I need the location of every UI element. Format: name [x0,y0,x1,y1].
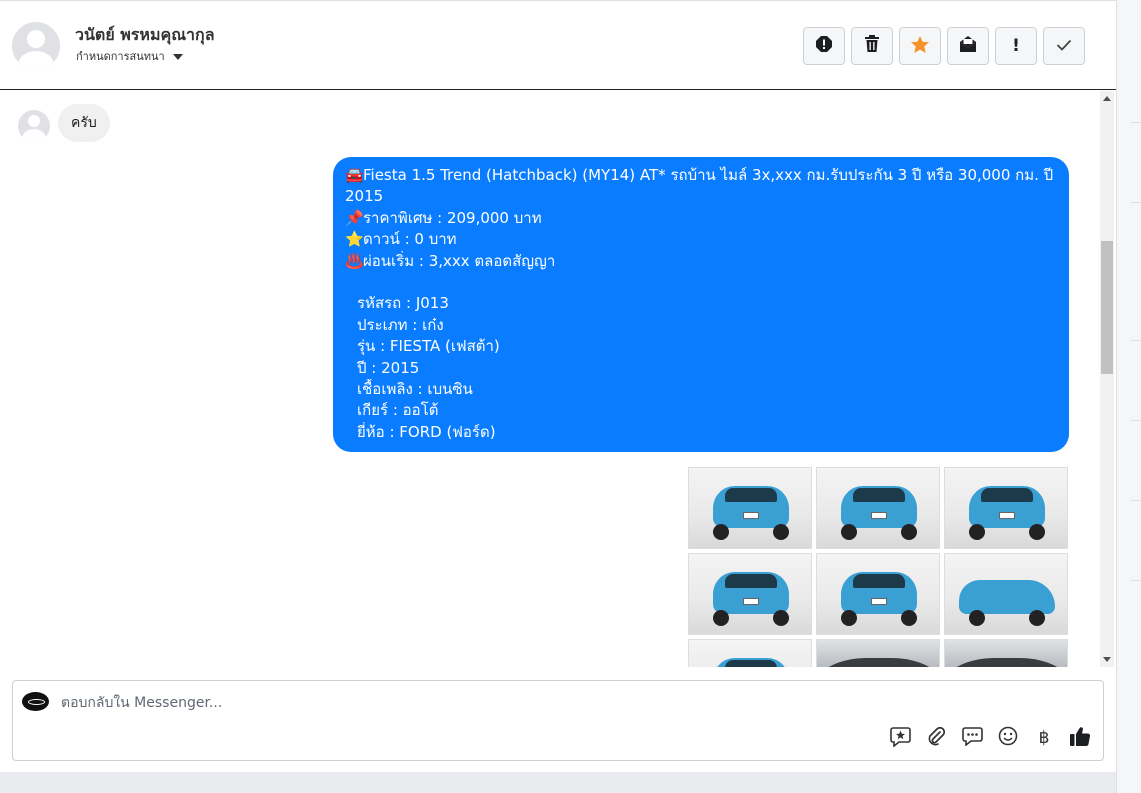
thumbs-up-icon [1069,726,1091,751]
mark-spam-button[interactable] [803,27,845,65]
done-check-icon [1056,37,1072,56]
emoji-button[interactable] [997,726,1019,750]
detail-type: ประเภท : เก๋ง [357,315,444,334]
detail-brand: ยี่ห้อ : FORD (ฟอร์ด) [357,422,496,441]
listing-title-continued: 2015 [345,187,384,206]
paperclip-icon [926,726,946,750]
baht-icon: ฿ [1038,728,1050,748]
caret-down-icon [172,53,183,60]
star-icon [910,35,930,58]
mark-unread-button[interactable] [947,27,989,65]
car-photo[interactable] [816,553,940,635]
quick-replies-button[interactable] [961,727,983,749]
star-emoji-icon: ⭐ [345,230,364,249]
chat-bubble-icon [961,726,983,750]
detail-fuel: เชื้อเพลิง : เบนซิน [357,380,473,399]
outgoing-message[interactable]: 🚘Fiesta 1.5 Trend (Hatchback) (MY14) AT*… [333,157,1069,452]
detail-year: ปี : 2015 [357,358,420,377]
saved-reply-icon [889,726,911,751]
composer-actions: ฿ [889,726,1091,751]
car-photo[interactable] [688,467,812,549]
spam-icon [815,35,833,57]
contact-name[interactable]: วนัตย์ พรหมคุณากุล [75,23,215,48]
scroll-up-icon[interactable] [1103,96,1111,101]
contact-avatar[interactable] [12,22,60,70]
side-panel-edge [1116,0,1141,793]
car-interior-photo[interactable] [944,639,1068,667]
follow-up-icon: ! [1012,36,1020,56]
listing-price: ราคาพิเศษ : 209,000 บาท [363,208,542,227]
detail-code: รหัสรถ : J013 [357,294,449,313]
attach-file-button[interactable] [925,726,947,750]
unread-envelope-icon [959,35,977,57]
reply-composer: ฿ [12,680,1104,761]
listing-down-payment: ดาวน์ : 0 บาท [363,230,457,249]
hot-springs-emoji-icon: ♨️ [345,251,364,270]
reply-input[interactable] [61,693,1061,713]
car-photo[interactable] [688,639,812,667]
pin-emoji-icon: 📌 [345,208,364,227]
listing-installment: ผ่อนเริ่ม : 3,xxx ตลอดสัญญา [363,251,556,270]
mark-done-button[interactable] [1043,27,1085,65]
payment-button[interactable]: ฿ [1033,727,1055,749]
conversation-panel: วนัตย์ พรหมคุณากุล กำหนดการสนทนา ! ครับ … [0,0,1116,772]
photo-grid [688,467,1068,667]
conversation-header: วนัตย์ พรหมคุณากุล กำหนดการสนทนา ! [0,0,1116,90]
car-photo[interactable] [944,553,1068,635]
incoming-message[interactable]: ครับ [58,104,110,142]
listing-title: Fiesta 1.5 Trend (Hatchback) (MY14) AT* … [363,166,1054,184]
star-button[interactable] [899,27,941,65]
detail-model: รุ่น : FIESTA (เฟสต้า) [357,337,500,356]
scrollbar-thumb[interactable] [1101,241,1113,374]
trash-icon [864,35,880,57]
follow-up-button[interactable]: ! [995,27,1037,65]
assign-conversation-dropdown[interactable]: กำหนดการสนทนา [76,47,183,65]
page-footer-edge [0,772,1116,793]
like-button[interactable] [1069,726,1091,751]
saved-reply-button[interactable] [889,726,911,751]
car-photo[interactable] [688,553,812,635]
page-logo-avatar [22,692,49,711]
smiley-icon [998,726,1018,750]
conversation-toolbar: ! [803,27,1085,65]
message-list[interactable]: ครับ 🚘Fiesta 1.5 Trend (Hatchback) (MY14… [0,91,1100,667]
detail-gear: เกียร์ : ออโต้ [357,401,439,420]
car-emoji-icon: 🚘 [345,166,364,184]
car-photo[interactable] [944,467,1068,549]
message-scrollbar[interactable] [1100,91,1114,667]
car-interior-photo[interactable] [816,639,940,667]
delete-button[interactable] [851,27,893,65]
car-photo[interactable] [816,467,940,549]
assign-conversation-label: กำหนดการสนทนา [76,50,165,63]
sender-avatar [18,110,50,142]
scroll-down-icon[interactable] [1103,657,1111,662]
